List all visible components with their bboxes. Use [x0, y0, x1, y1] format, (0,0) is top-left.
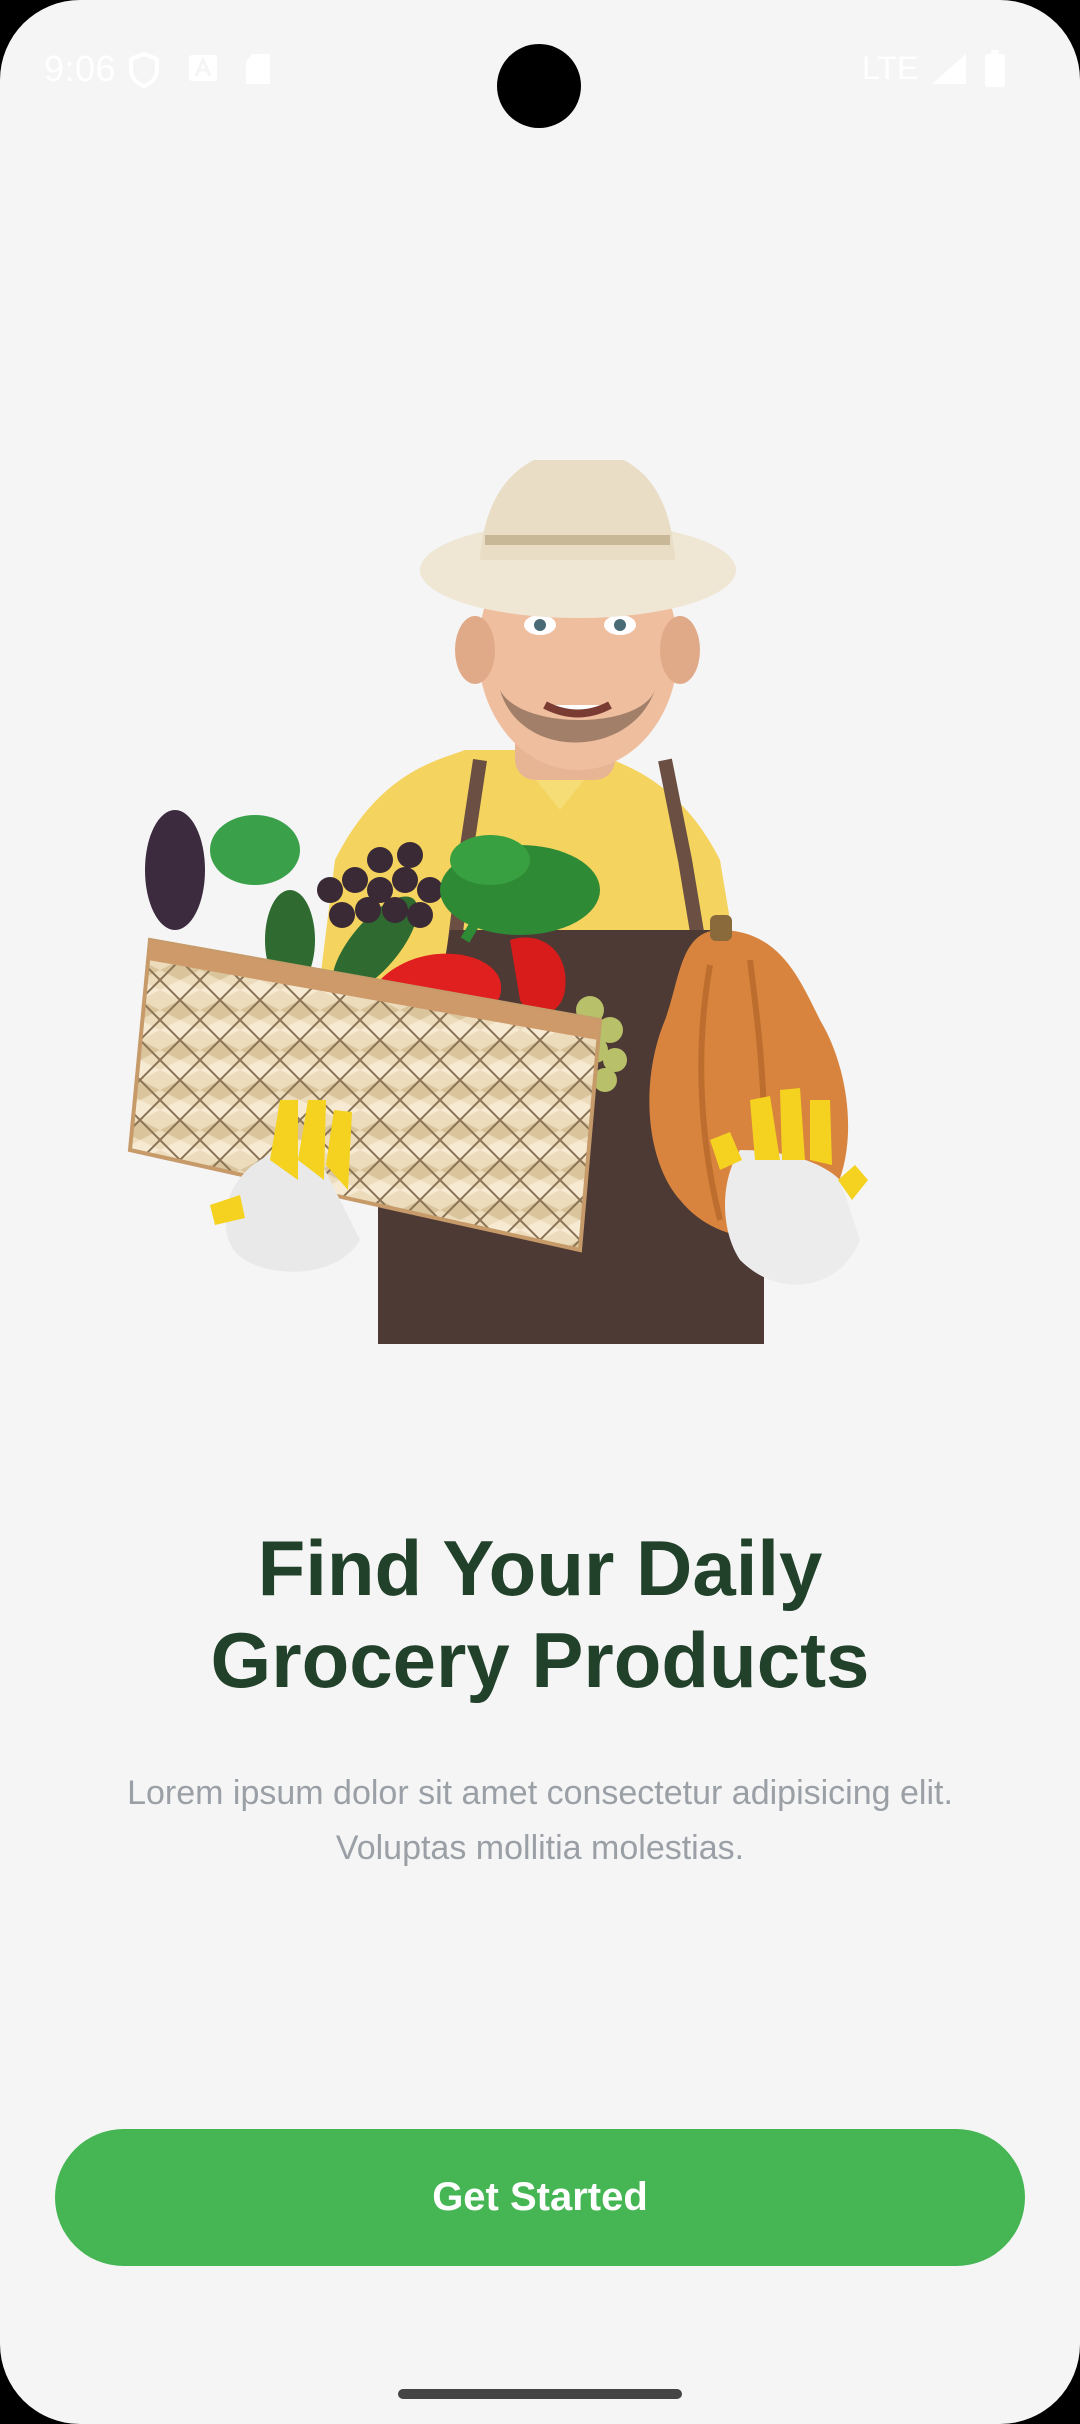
sd-card-icon [244, 52, 272, 91]
status-bar: 9:06 LTE [0, 0, 1080, 140]
home-indicator[interactable] [398, 2389, 682, 2399]
camera-cutout [497, 44, 581, 128]
subtitle-line-2: Voluptas mollitia molestias. [335, 1829, 745, 1867]
battery-icon [984, 50, 1006, 93]
signal-icon [930, 52, 968, 91]
title-line-2: Grocery Products [210, 1616, 870, 1704]
grocery-farmer-illustration [120, 450, 940, 1350]
title-line-1: Find Your Daily [257, 1524, 823, 1612]
network-type: LTE [862, 50, 919, 86]
onboarding-subtitle: Lorem ipsum dolor sit amet consectetur a… [60, 1766, 1020, 1876]
shield-icon [128, 51, 160, 93]
status-time: 9:06 [44, 48, 117, 89]
subtitle-line-1: Lorem ipsum dolor sit amet consectetur a… [127, 1774, 953, 1812]
font-icon [188, 52, 218, 89]
app-screen: 9:06 LTE Find Your Daily Grocery Product… [0, 0, 1080, 2424]
onboarding-title: Find Your Daily Grocery Products [0, 1522, 1080, 1706]
get-started-button[interactable]: Get Started [55, 2129, 1025, 2266]
